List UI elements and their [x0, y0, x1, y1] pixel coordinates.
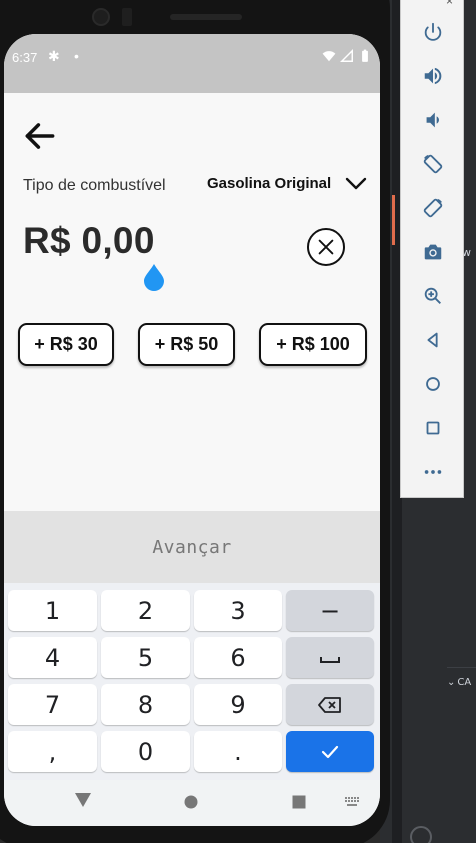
zoom-icon: [424, 287, 441, 304]
rotate-right-icon: [423, 198, 443, 218]
key-6[interactable]: 6: [194, 637, 282, 678]
emulator-home-button[interactable]: [401, 362, 465, 406]
wifi-icon: [322, 51, 336, 62]
advance-button[interactable]: Avançar: [4, 511, 380, 583]
backspace-icon: [318, 696, 341, 713]
system-nav-bar: [4, 780, 380, 826]
earpiece-speaker: [170, 14, 242, 20]
nav-back-icon[interactable]: [74, 792, 92, 808]
clear-button[interactable]: [307, 228, 345, 266]
key-5[interactable]: 5: [101, 637, 190, 678]
space-icon: [320, 656, 340, 663]
screenshot-button[interactable]: [401, 230, 465, 274]
quick-amount-50-button[interactable]: + R$ 50: [138, 323, 235, 366]
home-icon: [426, 377, 440, 391]
rotate-left-icon: [423, 154, 443, 174]
fuel-type-value: Gasolina Original: [207, 175, 332, 192]
more-icon: [424, 470, 442, 474]
keyboard-switch-icon[interactable]: [345, 797, 361, 807]
status-bar: 6:37 ✱ •: [4, 34, 380, 93]
key-backspace[interactable]: [286, 684, 374, 725]
key-4[interactable]: 4: [8, 637, 97, 678]
emulator-back-button[interactable]: [401, 318, 465, 362]
key-comma[interactable]: ,: [8, 731, 97, 772]
battery-icon: [362, 49, 368, 62]
volume-down-button[interactable]: [401, 98, 465, 142]
key-period[interactable]: .: [194, 731, 282, 772]
sensor-icon: [122, 8, 132, 26]
ide-bottom-tab[interactable]: ⌄ CA: [447, 667, 476, 697]
key-0[interactable]: 0: [101, 731, 190, 772]
key-3[interactable]: 3: [194, 590, 282, 631]
cursor-handle-icon[interactable]: [143, 263, 165, 291]
amount-input[interactable]: R$ 0,00: [23, 220, 155, 262]
advance-label: Avançar: [152, 536, 232, 558]
status-icons: [322, 49, 372, 63]
power-button[interactable]: [401, 10, 465, 54]
power-icon: [424, 22, 442, 41]
more-button[interactable]: [401, 450, 465, 494]
key-1[interactable]: 1: [8, 590, 97, 631]
back-icon: [427, 332, 438, 348]
key-minus[interactable]: −: [286, 590, 374, 631]
fuel-type-label: Tipo de combustível: [23, 177, 166, 194]
back-button[interactable]: [20, 116, 60, 156]
rotate-left-button[interactable]: [401, 142, 465, 186]
key-8[interactable]: 8: [101, 684, 190, 725]
nav-recent-icon[interactable]: [292, 795, 306, 809]
overview-icon: [426, 421, 440, 435]
quick-amount-100-button[interactable]: + R$ 100: [259, 323, 367, 366]
rotate-right-button[interactable]: [401, 186, 465, 230]
ide-bottom-tab-label: CA: [457, 677, 472, 688]
emulator-overview-button[interactable]: [401, 406, 465, 450]
signal-icon: [340, 49, 353, 62]
volume-down-icon: [426, 112, 439, 128]
key-done[interactable]: [286, 731, 374, 772]
chevron-down-icon: [346, 177, 367, 189]
settings-icon[interactable]: [410, 826, 432, 843]
key-2[interactable]: 2: [101, 590, 190, 631]
volume-up-button[interactable]: [401, 54, 465, 98]
volume-up-icon: [424, 67, 442, 85]
close-icon: [318, 239, 334, 255]
check-icon: [321, 745, 339, 758]
chevron-down-icon: ⌄: [447, 677, 456, 688]
ide-accent-marker: [392, 195, 395, 245]
close-icon[interactable]: ×: [446, 0, 453, 8]
nav-home-icon[interactable]: [184, 795, 198, 809]
phone-screen: 6:37 ✱ • Tipo de combustível Gasolina Or…: [4, 34, 380, 826]
status-time: 6:37: [12, 50, 38, 65]
quick-amount-30-button[interactable]: + R$ 30: [18, 323, 114, 366]
fuel-type-select[interactable]: Gasolina Original: [207, 175, 367, 192]
emulator-toolbar: ×: [400, 0, 464, 498]
camera-icon: [424, 244, 442, 260]
gear-icon: ✱: [48, 48, 60, 64]
notification-dot-icon: •: [74, 48, 79, 64]
zoom-button[interactable]: [401, 274, 465, 318]
numeric-keyboard: 1 2 3 − 4 5 6 7 8 9 , 0 .: [4, 583, 380, 783]
key-7[interactable]: 7: [8, 684, 97, 725]
arrow-left-icon: [25, 123, 55, 149]
front-camera-icon: [92, 8, 110, 26]
key-space[interactable]: [286, 637, 374, 678]
key-9[interactable]: 9: [194, 684, 282, 725]
